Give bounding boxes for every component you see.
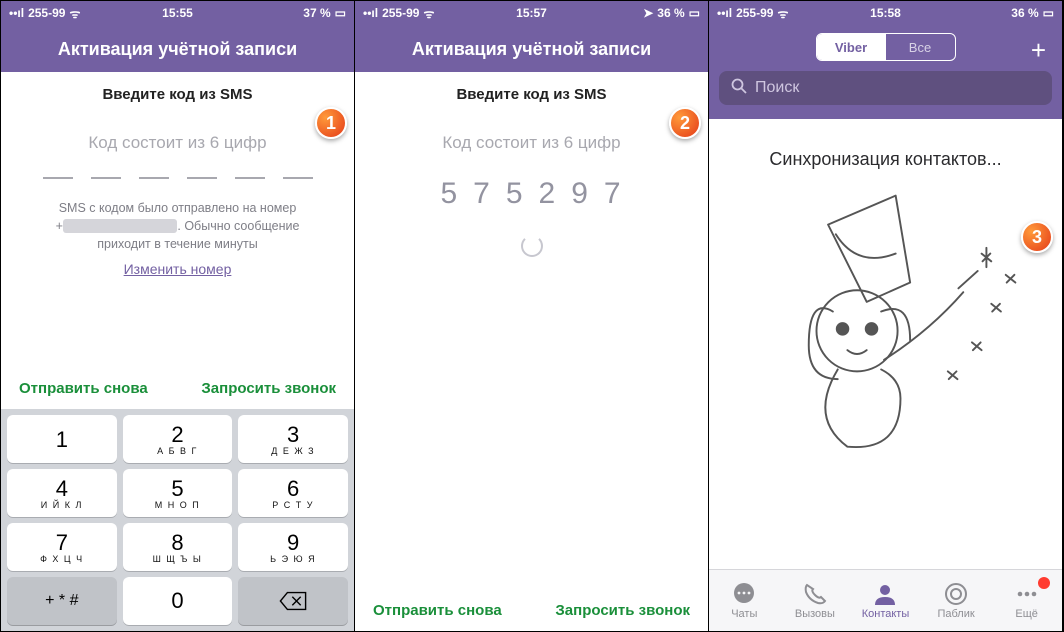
search-placeholder: Поиск [755,79,799,97]
key-2[interactable]: 2А Б В Г [123,415,233,463]
chats-icon [731,582,757,606]
masked-number: xxxxxxxxxx [63,219,178,233]
resend-button[interactable]: Отправить снова [373,602,502,619]
key-5[interactable]: 5М Н О П [123,469,233,517]
location-icon: ➤ [643,6,653,20]
bottom-tabbar: Чаты Вызовы Контакты Паблик Ещё [709,569,1062,631]
phone-icon [802,582,828,606]
tab-label: Контакты [862,608,910,620]
action-row: Отправить снова Запросить звонок [355,602,708,619]
add-contact-button[interactable]: + [1031,35,1046,66]
notification-badge-icon [1038,577,1050,589]
key-4[interactable]: 4И Й К Л [7,469,117,517]
key-7[interactable]: 7Ф Х Ц Ч [7,523,117,571]
page-subtitle: Введите код из SMS [1,72,354,109]
tab-label: Чаты [731,608,757,620]
search-icon [731,78,747,99]
code-hint: Код состоит из 6 цифр [375,133,688,153]
status-bar: ••ıl 255-99 ᯤ 15:55 37 % ▭ [1,1,354,25]
battery-label: 37 % [303,6,330,20]
request-call-button[interactable]: Запросить звонок [201,380,336,397]
screen-contacts-sync: ••ıl 255-99 ᯤ 15:58 36 % ▭ Viber Все + Поис… [709,1,1063,631]
battery-label: 36 % [1011,6,1038,20]
key-9[interactable]: 9Ь Э Ю Я [238,523,348,571]
screen-activation-filled: ••ıl 255-99 ᯤ 15:57 ➤ 36 % ▭ Активация учётн… [355,1,709,631]
page-title: Активация учётной записи [1,25,354,72]
key-6[interactable]: 6Р С Т У [238,469,348,517]
segment-all[interactable]: Все [886,34,955,60]
request-call-button[interactable]: Запросить звонок [555,602,690,619]
numeric-keypad: 1 2А Б В Г 3Д Е Ж З 4И Й К Л 5М Н О П 6Р… [1,409,354,631]
wifi-icon: ᯤ [69,5,80,22]
status-bar: ••ıl 255-99 ᯤ 15:57 ➤ 36 % ▭ [355,1,708,25]
key-1[interactable]: 1 [7,415,117,463]
battery-icon: ▭ [335,6,346,20]
tab-label: Паблик [937,608,974,620]
header-contacts: Viber Все + Поиск [709,25,1062,119]
key-8[interactable]: 8Ш Щ Ъ Ы [123,523,233,571]
clock-label: 15:55 [162,6,193,20]
annotation-marker-2: 2 [669,107,701,139]
code-input-filled[interactable]: 575297 [375,177,688,211]
filter-segmented[interactable]: Viber Все [816,33,956,61]
change-number-link[interactable]: Изменить номер [124,259,232,279]
tab-chats[interactable]: Чаты [709,570,780,631]
backspace-icon [279,591,307,611]
loading-spinner-icon [521,235,543,257]
key-symbols[interactable]: + * # [7,577,117,625]
signal-icon: ••ıl [717,6,732,20]
signal-icon: ••ıl [363,6,378,20]
public-icon [943,582,969,606]
carrier-label: 255-99 [382,6,419,20]
page-title: Активация учётной записи [355,25,708,72]
sync-status: Синхронизация контактов... [709,119,1062,176]
page-subtitle: Введите код из SMS [355,72,708,109]
annotation-marker-1: 1 [315,107,347,139]
status-bar: ••ıl 255-99 ᯤ 15:58 36 % ▭ [709,1,1062,25]
tab-more[interactable]: Ещё [991,570,1062,631]
carrier-label: 255-99 [28,6,65,20]
key-0[interactable]: 0 [123,577,233,625]
clock-label: 15:58 [870,6,901,20]
signal-icon: ••ıl [9,6,24,20]
clock-label: 15:57 [516,6,547,20]
code-hint: Код состоит из 6 цифр [21,133,334,153]
tab-contacts[interactable]: Контакты [850,570,921,631]
battery-icon: ▭ [689,6,700,20]
segment-viber[interactable]: Viber [817,34,886,60]
search-input[interactable]: Поиск [719,71,1052,105]
more-icon [1014,582,1040,606]
contacts-icon [872,582,898,606]
tab-calls[interactable]: Вызовы [780,570,851,631]
resend-button[interactable]: Отправить снова [19,380,148,397]
wifi-icon: ᯤ [777,5,788,22]
tab-label: Ещё [1015,608,1038,620]
annotation-marker-3: 3 [1021,221,1053,253]
battery-label: 36 % [657,6,684,20]
wizard-illustration [709,176,1062,569]
carrier-label: 255-99 [736,6,773,20]
action-row: Отправить снова Запросить звонок [1,380,354,397]
tab-public[interactable]: Паблик [921,570,992,631]
tab-label: Вызовы [795,608,835,620]
sent-info: SMS с кодом было отправлено на номер +xx… [21,199,334,280]
key-backspace[interactable] [238,577,348,625]
wifi-icon: ᯤ [423,5,434,22]
key-3[interactable]: 3Д Е Ж З [238,415,348,463]
code-input-empty[interactable] [21,177,334,179]
screen-activation-empty: ••ıl 255-99 ᯤ 15:55 37 % ▭ Активация учётно… [1,1,355,631]
battery-icon: ▭ [1043,6,1054,20]
